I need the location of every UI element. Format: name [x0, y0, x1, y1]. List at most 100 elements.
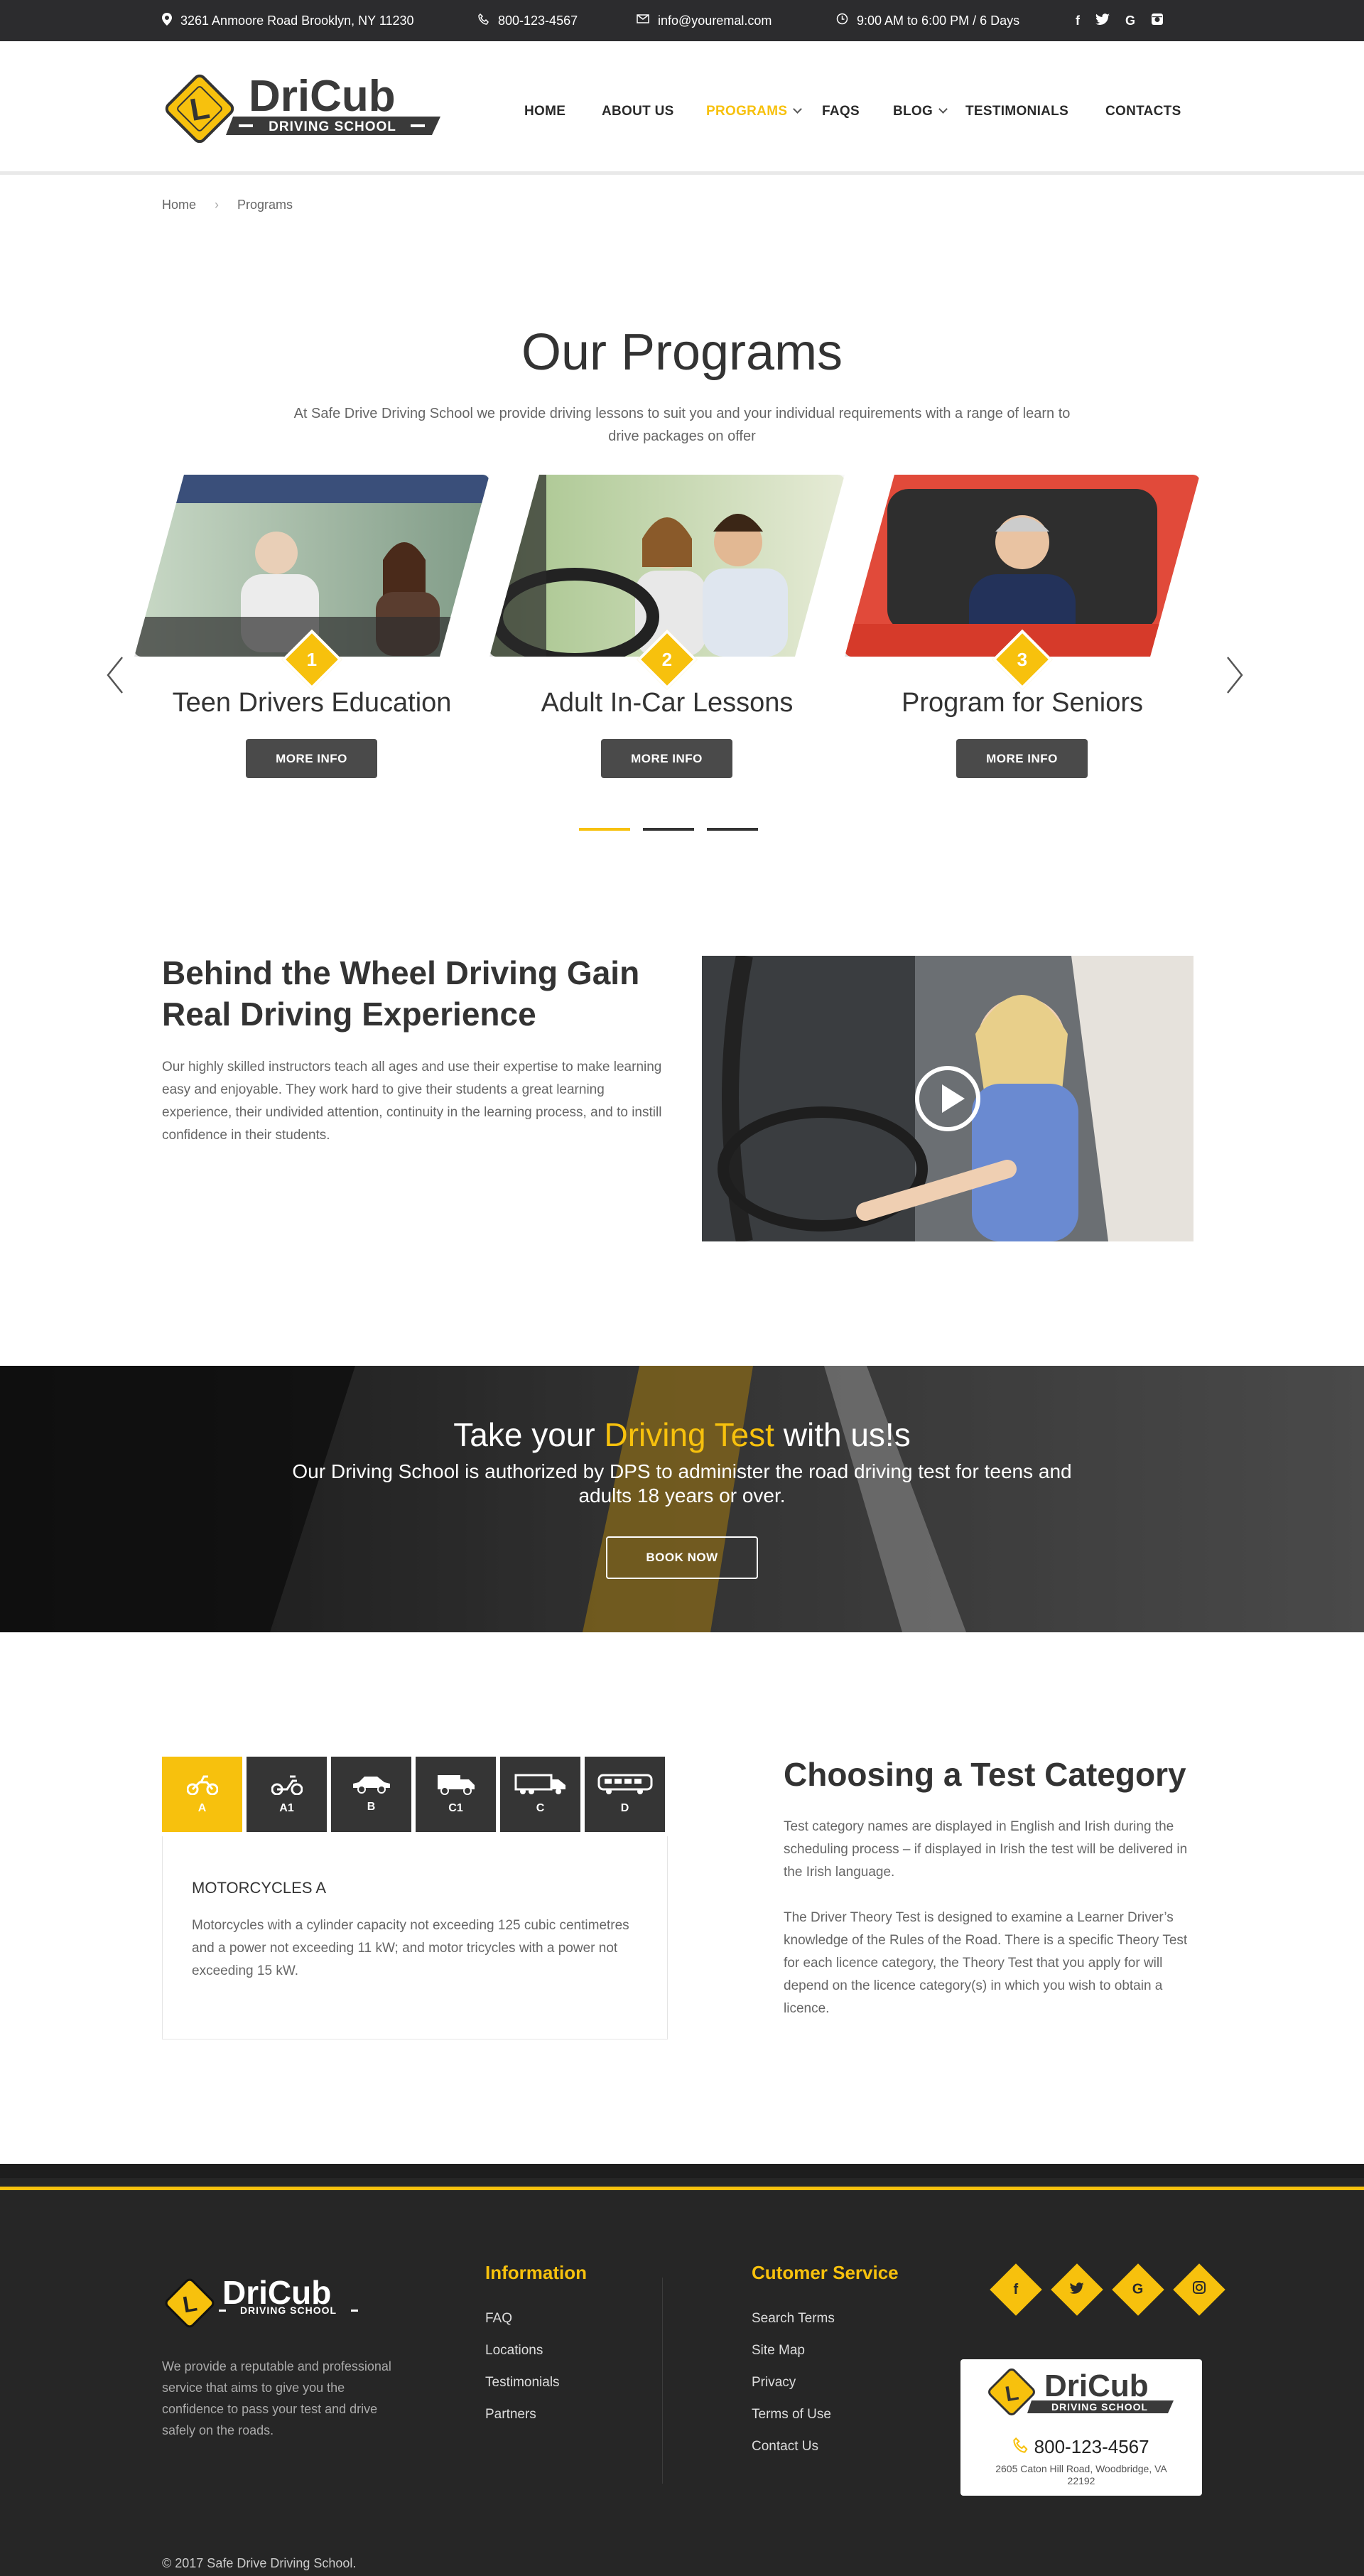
instagram-icon[interactable] — [1151, 13, 1164, 29]
test-category-title: Choosing a Test Category — [784, 1756, 1186, 1793]
svg-text:DriCub: DriCub — [1044, 2368, 1149, 2403]
program-number: 2 — [661, 648, 673, 670]
tab-category-c[interactable]: C — [500, 1757, 580, 1832]
program-card: 3 Program for Seniors MORE INFO — [845, 475, 1200, 787]
behind-wheel-text: Our highly skilled instructors teach all… — [162, 1060, 662, 1143]
clock-icon — [836, 13, 848, 28]
banner-subtitle: Our Driving School is authorized by DPS … — [292, 1460, 1072, 1507]
facebook-icon[interactable]: f — [1076, 14, 1080, 28]
footer-information-title: Information — [485, 2262, 587, 2283]
category-panel-text: Motorcycles with a cylinder capacity not… — [192, 1918, 629, 1978]
tab-category-b[interactable]: B — [331, 1757, 411, 1832]
footer-link[interactable]: Testimonials — [485, 2366, 560, 2398]
footer-social-links: f G — [990, 2263, 1225, 2316]
footer-description: We provide a reputable and professional … — [162, 2359, 391, 2437]
email-item[interactable]: info@youremal.com — [637, 0, 772, 41]
banner-title-pre: Take your — [453, 1416, 605, 1453]
footer-link[interactable]: Privacy — [752, 2366, 835, 2398]
more-info-button[interactable]: MORE INFO — [601, 739, 732, 778]
tab-label: A — [197, 1802, 207, 1814]
site-logo[interactable]: L DriCub DRIVING SCHOOL — [162, 63, 446, 148]
program-number: 3 — [1017, 648, 1028, 670]
footer-facebook-icon[interactable]: f — [990, 2263, 1042, 2316]
programs-title: Our Programs — [521, 324, 843, 381]
logo-wordmark: DriCub — [249, 72, 396, 121]
program-card: 1 Teen Drivers Education MORE INFO — [134, 475, 489, 787]
footer-logo[interactable]: L DriCub DRIVING SCHOOL — [162, 2267, 375, 2331]
nav-about[interactable]: ABOUT US — [602, 104, 674, 119]
nav-blog[interactable]: BLOG — [893, 104, 948, 119]
tab-category-a1[interactable]: A1 — [247, 1757, 327, 1832]
carousel-dot[interactable] — [579, 828, 630, 831]
carousel-next-arrow-icon[interactable] — [1224, 654, 1245, 696]
footer-link[interactable]: Site Map — [752, 2334, 835, 2366]
address-item: 3261 Anmoore Road Brooklyn, NY 11230 — [162, 0, 414, 41]
category-panel: MOTORCYCLES A Motorcycles with a cylinde… — [162, 1836, 668, 2039]
banner-title-post: with us!s — [774, 1416, 911, 1453]
footer-divider — [662, 2278, 663, 2484]
bus-icon — [597, 1774, 652, 1794]
tab-category-d[interactable]: D — [585, 1757, 665, 1832]
nav-programs-label: PROGRAMS — [706, 104, 788, 119]
program-card: 2 Adult In-Car Lessons MORE INFO — [489, 475, 845, 787]
google-icon[interactable]: G — [1125, 14, 1135, 28]
footer-link[interactable]: Contact Us — [752, 2430, 835, 2462]
footer-phone-number: 800-123-4567 — [1034, 2436, 1149, 2457]
breadcrumb-current: Programs — [237, 198, 293, 212]
breadcrumb-home[interactable]: Home — [162, 198, 196, 212]
email-text: info@youremal.com — [658, 13, 772, 28]
footer-instagram-icon[interactable] — [1173, 2263, 1225, 2316]
test-category-paragraph: The Driver Theory Test is designed to ex… — [784, 1910, 1188, 2016]
motorcycle-icon — [186, 1775, 218, 1795]
envelope-icon — [637, 14, 649, 27]
site-header: L DriCub DRIVING SCHOOL HOME ABOUT US PR… — [0, 41, 1364, 175]
footer-google-icon[interactable]: G — [1112, 2263, 1164, 2316]
footer-contact-card: L DriCub DRIVING SCHOOL 800-123-4567 260… — [960, 2359, 1202, 2496]
tab-label: C — [536, 1802, 545, 1814]
footer-service-title: Cutomer Service — [752, 2262, 899, 2283]
programs-lead: At Safe Drive Driving School we provide … — [293, 406, 1071, 444]
video-thumbnail[interactable] — [702, 956, 1194, 1241]
hours-item: 9:00 AM to 6:00 PM / 6 Days — [836, 0, 1019, 41]
truck-icon — [514, 1774, 565, 1794]
phone-item[interactable]: 800-123-4567 — [478, 0, 578, 41]
chevron-down-icon — [938, 104, 948, 114]
nav-programs[interactable]: PROGRAMS — [706, 104, 803, 119]
nav-contacts[interactable]: CONTACTS — [1105, 104, 1181, 119]
svg-text:DRIVING SCHOOL: DRIVING SCHOOL — [269, 119, 396, 134]
test-category-paragraph: Test category names are displayed in Eng… — [784, 1819, 1188, 1880]
tab-category-c1[interactable]: C1 — [416, 1757, 496, 1832]
van-icon — [437, 1775, 475, 1795]
footer-link[interactable]: Locations — [485, 2334, 560, 2366]
nav-home[interactable]: HOME — [524, 104, 565, 119]
nav-faqs[interactable]: FAQS — [822, 104, 860, 119]
twitter-icon[interactable] — [1095, 13, 1110, 28]
footer-link[interactable]: Partners — [485, 2398, 560, 2430]
footer-twitter-icon[interactable] — [1051, 2263, 1103, 2316]
program-title: Teen Drivers Education — [172, 688, 452, 718]
chevron-down-icon — [793, 104, 803, 114]
address-text: 3261 Anmoore Road Brooklyn, NY 11230 — [180, 13, 414, 28]
program-title: Program for Seniors — [901, 688, 1143, 718]
copyright: © 2017 Safe Drive Driving School. — [162, 2556, 357, 2570]
nav-testimonials[interactable]: TESTIMONIALS — [965, 104, 1068, 119]
footer-link[interactable]: Search Terms — [752, 2302, 835, 2334]
scooter-icon — [271, 1775, 303, 1795]
carousel-dot[interactable] — [643, 828, 694, 831]
footer-link[interactable]: Terms of Use — [752, 2398, 835, 2430]
footer-phone[interactable]: 800-123-4567 — [960, 2436, 1202, 2458]
tab-category-a[interactable]: A — [162, 1757, 242, 1832]
more-info-button[interactable]: MORE INFO — [956, 739, 1088, 778]
footer-link[interactable]: FAQ — [485, 2302, 560, 2334]
carousel-dot[interactable] — [707, 828, 758, 831]
banner-title: Take your Driving Test with us!s — [0, 1416, 1364, 1454]
banner-title-highlight: Driving Test — [604, 1416, 774, 1453]
tab-label: C1 — [448, 1802, 463, 1814]
more-info-button[interactable]: MORE INFO — [246, 739, 377, 778]
carousel-prev-arrow-icon[interactable] — [104, 654, 126, 696]
footer-address: 2605 Caton Hill Road, Woodbridge, VA 221… — [995, 2463, 1167, 2486]
breadcrumb-separator: › — [215, 198, 220, 212]
program-title: Adult In-Car Lessons — [541, 688, 794, 718]
book-now-button[interactable]: BOOK NOW — [606, 1536, 758, 1579]
play-icon[interactable] — [915, 1066, 980, 1131]
